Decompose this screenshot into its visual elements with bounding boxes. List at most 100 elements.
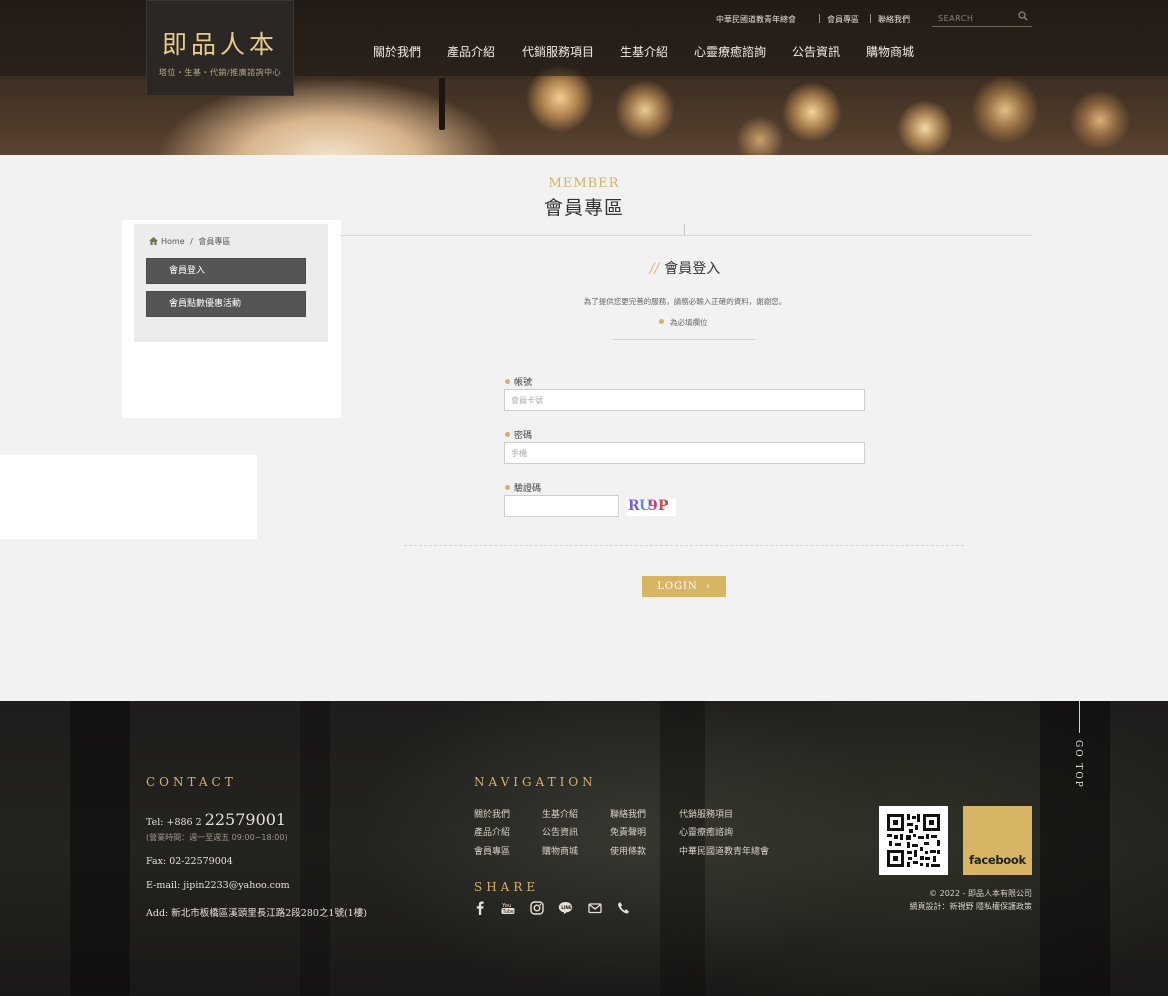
password-input[interactable] [504,442,865,464]
required-dot [505,432,510,437]
footer-link[interactable]: 免責聲明 [610,825,646,838]
divider-tick [684,224,685,235]
footer-link[interactable]: 中華民國道教青年總會 [679,844,769,857]
site-logo[interactable]: 即品人本 塔位・生基・代銷/推廣諮詢中心 [146,0,294,96]
logo-title: 即品人本 [161,30,278,59]
footer-link[interactable]: 產品介紹 [474,825,510,838]
facebook-icon[interactable] [476,901,484,915]
tel-prefix: Tel: +886 2 [146,817,202,828]
contact-fax: Fax: 02-22579004 [146,856,233,867]
login-button-label: LOGIN [657,581,698,592]
required-dot [505,485,510,490]
sidebar-item-points-promo[interactable]: 會員點數優惠活動 [146,291,306,317]
forest-tree [300,701,330,996]
instagram-icon[interactable] [530,901,544,915]
captcha-char: 9 [648,498,658,514]
page-title: 會員專區 [543,197,624,219]
util-separator [819,14,820,23]
footer-link[interactable]: 生基介紹 [542,807,578,820]
util-separator [870,14,871,23]
home-icon [149,237,158,245]
required-dot [505,379,510,384]
nav-shengji[interactable]: 生基介紹 [620,43,668,60]
login-notice: 為了提供您更完善的服務，請務必輸入正確的資料，謝謝您。 [583,297,787,306]
sidebar-item-member-login[interactable]: 會員登入 [146,258,306,284]
design-credit[interactable]: 網頁設計：新視野 隱私權保護政策 [909,901,1032,912]
nav-healing[interactable]: 心靈療癒諮詢 [694,43,766,60]
svg-text:Tube: Tube [502,909,514,915]
forest-tree [70,701,130,996]
mail-icon[interactable] [588,901,602,915]
tel-number[interactable]: 22579001 [205,810,286,829]
business-hours: (營業時間：週一至週五 09:00~18:00) [146,833,288,842]
breadcrumb-separator: / [190,237,193,246]
captcha-label-text: 驗證碼 [514,484,542,494]
password-label-text: 密碼 [514,431,533,441]
account-label: 帳號 [505,375,532,388]
nav-about[interactable]: 關於我們 [373,43,421,60]
share-heading: SHARE [474,880,540,894]
footer-link[interactable]: 聯絡我們 [610,807,646,820]
captcha-char: P [658,498,669,514]
nav-products[interactable]: 產品介紹 [447,43,495,60]
logo-tagline: 塔位・生基・代銷/推廣諮詢中心 [158,68,282,77]
navigation-heading: NAVIGATION [474,775,597,789]
nav-news[interactable]: 公告資訊 [792,43,840,60]
go-top-line [1079,701,1080,733]
nav-agency-services[interactable]: 代銷服務項目 [522,43,594,60]
page-subtitle: MEMBER [548,176,620,191]
search-icon[interactable] [1018,11,1028,21]
required-note: 為必填欄位 [659,317,708,328]
footer-link[interactable]: 關於我們 [474,807,510,820]
line-icon[interactable]: LINE [558,901,573,915]
breadcrumb-home[interactable]: Home [161,237,185,246]
candle-wick [439,78,445,130]
svg-text:LINE: LINE [561,905,572,910]
captcha-image[interactable]: R U 9 P [626,498,676,516]
footer-link[interactable]: 購物商城 [542,844,578,857]
captcha-char: R [628,498,640,514]
search-input[interactable] [938,11,1018,25]
chevron-right-icon: › [705,581,711,592]
breadcrumb-current: 會員專區 [198,237,231,246]
util-link-member[interactable]: 會員專區 [827,14,859,25]
account-label-text: 帳號 [514,378,533,388]
captcha-label: 驗證碼 [505,481,541,494]
captcha-input[interactable] [504,495,619,517]
facebook-badge[interactable]: facebook [963,806,1032,875]
footer-link[interactable]: 使用條款 [610,844,646,857]
required-dot [659,319,664,324]
nav-shop[interactable]: 購物商城 [866,43,914,60]
required-note-text: 為必填欄位 [670,318,708,327]
divider [404,545,964,546]
footer-link[interactable]: 公告資訊 [542,825,578,838]
sidebar: Home / 會員專區 [122,220,341,418]
breadcrumb: Home / 會員專區 [149,236,230,247]
facebook-badge-label: facebook [969,853,1026,867]
footer-link[interactable]: 代銷服務項目 [679,807,733,820]
blank-panel [0,455,257,539]
login-button[interactable]: LOGIN › [642,576,726,597]
util-link-contact[interactable]: 聯絡我們 [878,14,910,25]
login-heading-text: 會員登入 [664,261,721,277]
phone-icon[interactable] [617,901,630,915]
search-box [932,9,1032,27]
qr-code [879,806,948,875]
util-link-association[interactable]: 中華民國道教青年總會 [716,14,796,25]
youtube-icon[interactable]: You Tube [501,901,515,915]
go-top-button[interactable]: GO TOP [1073,740,1083,789]
contact-tel: Tel: +886 2 22579001 [146,810,286,829]
heading-mark: // [649,261,660,277]
footer-link[interactable]: 心靈療癒諮詢 [679,825,733,838]
contact-address: Add: 新北市板橋區溪頭里長江路2段280之1號(1樓) [146,908,367,919]
account-input[interactable] [504,389,865,411]
footer-link[interactable]: 會員專區 [474,844,510,857]
login-heading: //會員登入 [585,258,785,278]
copyright: © 2022 - 即品人本有限公司 [929,889,1032,898]
divider [613,339,755,340]
divider [341,235,1032,236]
qr-code-image [887,814,940,867]
contact-heading: CONTACT [146,775,237,789]
contact-email[interactable]: E-mail: jipin2233@yahoo.com [146,880,290,891]
password-label: 密碼 [505,428,532,441]
